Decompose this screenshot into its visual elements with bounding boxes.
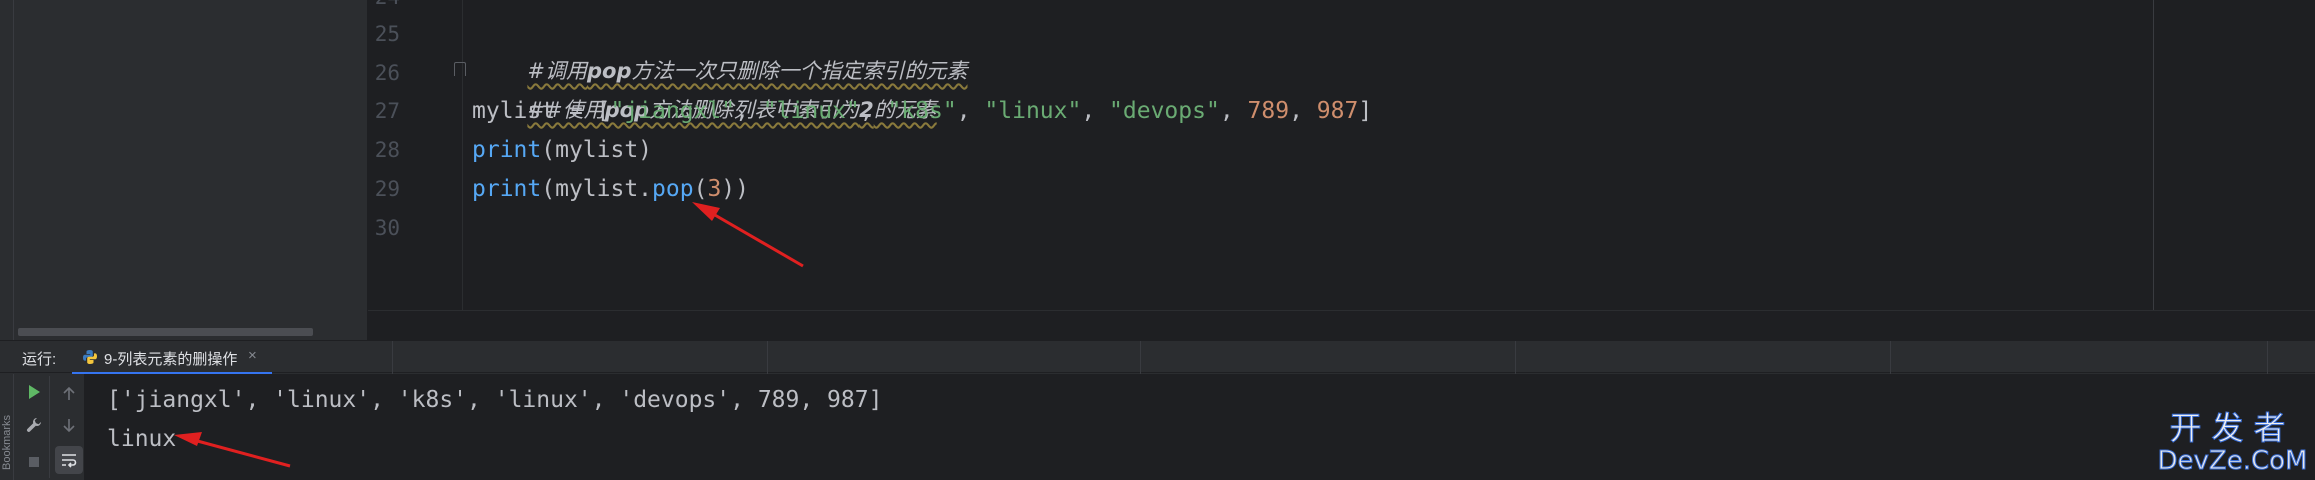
line-number: 29 [374,177,400,201]
run-tab[interactable]: 9-列表元素的删操作 × [72,341,272,374]
watermark-bottom-text: DevZe.CoM [2157,446,2308,477]
soft-wrap-icon[interactable] [55,446,83,474]
left-tool-strip [0,0,14,340]
header-separator [2267,341,2268,374]
right-margin-guide [2153,0,2154,310]
header-separator [1515,341,1516,374]
code-line-27[interactable]: mylist = ["jiangxl", "linux", "k8s", "li… [472,92,1372,130]
code-line-28[interactable]: print(mylist) [472,131,652,169]
stop-icon[interactable] [23,451,45,473]
header-separator [1890,341,1891,374]
line-number: 26 [374,61,400,85]
run-tool-window-header: 运行: 9-列表元素的删操作 × [0,340,2315,374]
bookmarks-label[interactable]: Bookmarks [1,415,13,470]
wrench-icon[interactable] [23,414,45,436]
line-number: 27 [374,99,400,123]
line-number: 25 [374,22,400,46]
toolbar-separator [49,376,50,478]
code-editor[interactable]: 24 25 26 27 28 29 30 #调用pop方法一次只删除一个指定索引… [368,0,2315,310]
console-output-line: ['jiangxl', 'linux', 'k8s', 'linux', 'de… [107,387,883,413]
header-separator [767,341,768,374]
fold-icon[interactable] [454,62,466,76]
run-icon[interactable] [23,381,45,403]
line-number: 28 [374,138,400,162]
arrow-down-icon[interactable] [58,414,80,436]
editor-bottom-area [368,310,2315,340]
run-label: 运行: [22,351,57,368]
gutter-separator [462,0,463,310]
line-number: 24 [368,0,400,16]
header-separator [1140,341,1141,374]
line-number: 30 [374,216,400,240]
run-tab-label: 9-列表元素的删操作 [104,351,238,368]
line-number-gutter: 24 25 26 27 28 29 30 [368,0,463,310]
code-line-29[interactable]: print(mylist.pop(3)) [472,170,749,208]
devze-watermark-logo: 开发者 DevZe.CoM [2155,410,2310,480]
python-file-icon [83,350,97,364]
console-output-line: linux [107,426,177,452]
header-separator [392,341,393,374]
project-panel [14,0,367,340]
watermark-top-text: 开发者 [2169,409,2296,447]
arrow-up-icon[interactable] [58,383,80,405]
close-icon[interactable]: × [248,347,257,364]
project-panel-scrollbar[interactable] [18,328,313,336]
